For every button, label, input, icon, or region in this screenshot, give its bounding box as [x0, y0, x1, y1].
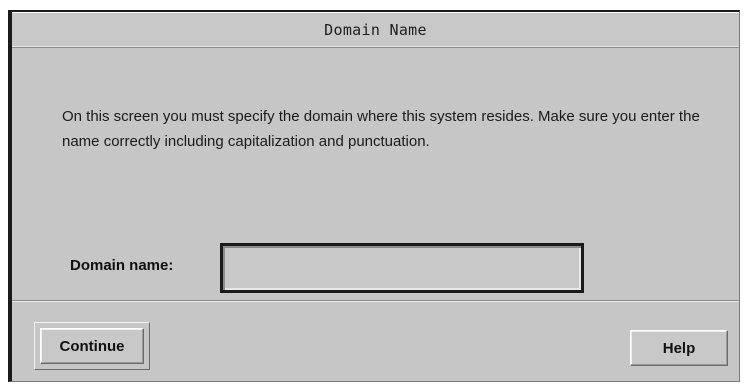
help-button[interactable]: Help	[630, 330, 728, 366]
domain-name-dialog: Domain Name On this screen you must spec…	[8, 10, 740, 382]
continue-button[interactable]: Continue	[40, 328, 144, 364]
title-bar[interactable]: Domain Name	[12, 12, 739, 48]
domain-name-label: Domain name:	[70, 257, 174, 274]
window-title: Domain Name	[324, 21, 427, 39]
domain-name-input[interactable]	[220, 243, 584, 293]
dialog-content: On this screen you must specify the doma…	[12, 48, 739, 308]
separator	[12, 300, 739, 302]
instructions-text: On this screen you must specify the doma…	[62, 108, 700, 150]
